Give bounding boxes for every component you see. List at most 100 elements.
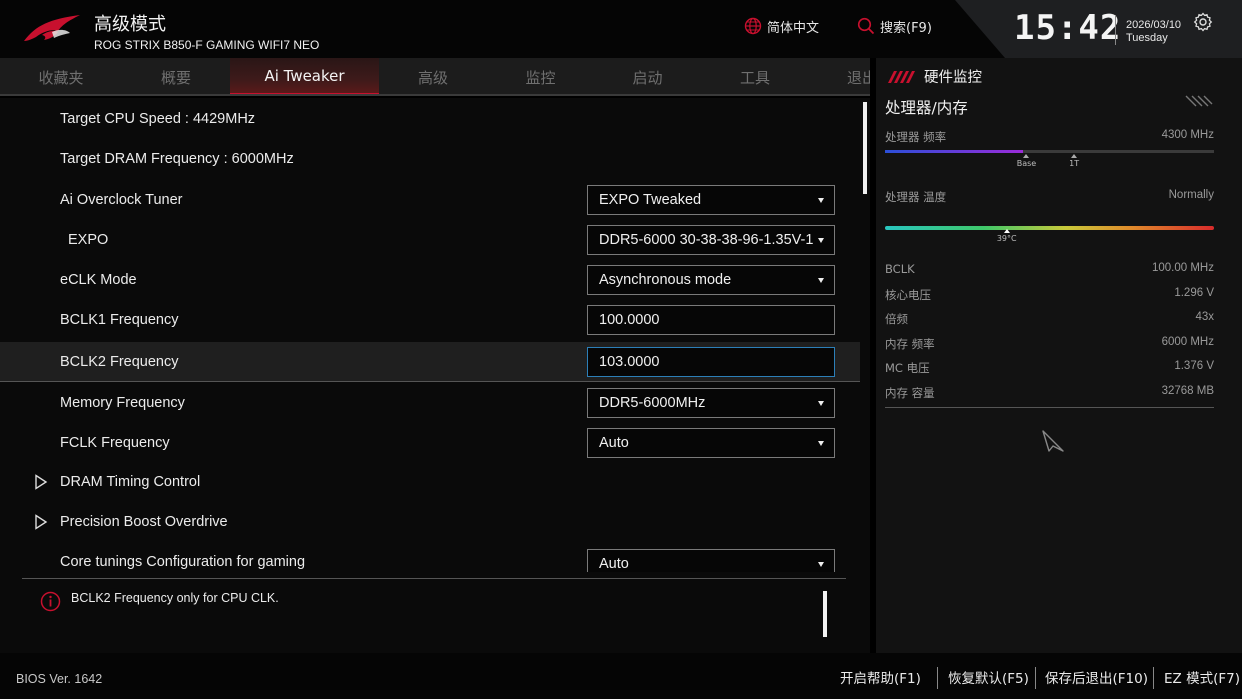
marker-triangle-icon: [1071, 154, 1078, 158]
help-toggle-button[interactable]: 开启帮助(F1): [840, 667, 921, 687]
tab-ai-tweaker[interactable]: Ai Tweaker: [230, 58, 379, 94]
tab-boot[interactable]: 启动: [594, 58, 701, 94]
setting-label: eCLK Mode: [60, 272, 137, 288]
setting-label: BCLK2 Frequency: [60, 354, 179, 370]
motherboard-model: ROG STRIX B850-F GAMING WIFI7 NEO: [94, 38, 320, 52]
expand-arrow-icon: [35, 474, 48, 490]
setting-row-target-dram-frequency: Target DRAM Frequency : 6000MHz: [0, 139, 860, 179]
tab-advanced[interactable]: 高级: [379, 58, 487, 94]
memory-frequency-dropdown[interactable]: DDR5-6000MHz: [587, 388, 835, 418]
setting-label: Ai Overclock Tuner: [60, 192, 183, 208]
stat-label-bclk: BCLK: [885, 262, 915, 276]
input-value: 103.0000: [599, 354, 660, 370]
caret-down-icon: [818, 198, 824, 203]
tab-tool[interactable]: 工具: [701, 58, 809, 94]
caret-down-icon: [818, 278, 824, 283]
cpu-frequency-label: 处理器 频率: [885, 130, 947, 144]
settings-scrollbar[interactable]: [863, 102, 867, 194]
cpu-temperature-label: 处理器 温度: [885, 190, 947, 204]
tab-favorites[interactable]: 收藏夹: [0, 58, 122, 94]
hardware-monitor-title: 硬件监控: [924, 70, 982, 86]
clock-divider: [1115, 15, 1116, 45]
marker-triangle-icon: [1003, 229, 1010, 233]
save-exit-button[interactable]: 保存后退出(F10): [1045, 667, 1148, 687]
footer-separator: [1035, 667, 1036, 689]
core-tunings-dropdown[interactable]: Auto: [587, 549, 835, 572]
search-icon: [857, 17, 875, 35]
setting-row-bclk1-frequency[interactable]: BCLK1 Frequency 100.0000: [0, 300, 860, 340]
caret-down-icon: [818, 441, 824, 446]
expand-arrow-icon: [35, 514, 48, 530]
gear-icon[interactable]: [1193, 12, 1213, 32]
setting-label: FCLK Frequency: [60, 435, 170, 451]
cpu-frequency-value: 4300 MHz: [1161, 129, 1214, 141]
setting-row-ai-overclock-tuner[interactable]: Ai Overclock Tuner EXPO Tweaked: [0, 180, 860, 220]
language-label: 简体中文: [767, 20, 820, 36]
ai-overclock-tuner-dropdown[interactable]: EXPO Tweaked: [587, 185, 835, 215]
stat-label-ratio: 倍频: [885, 312, 908, 326]
dropdown-value: Auto: [599, 556, 629, 572]
submenu-label: DRAM Timing Control: [60, 474, 201, 490]
cpu-memory-section-title: 处理器/内存: [885, 99, 968, 117]
stat-value-ratio: 43x: [1195, 311, 1214, 323]
setting-row-dram-timing-control[interactable]: DRAM Timing Control: [0, 462, 860, 502]
clock: 15:42: [1014, 8, 1122, 48]
info-icon: [40, 591, 61, 612]
date: 2026/03/10: [1126, 19, 1182, 31]
base-frequency-marker: Base: [1006, 154, 1046, 168]
setting-row-bclk2-frequency[interactable]: BCLK2 Frequency 103.0000: [0, 342, 860, 382]
footer-separator: [1153, 667, 1154, 689]
help-divider: [22, 578, 846, 579]
setting-row-eclk-mode[interactable]: eCLK Mode Asynchronous mode: [0, 260, 860, 300]
eclk-mode-dropdown[interactable]: Asynchronous mode: [587, 265, 835, 295]
mouse-cursor-icon: [1042, 430, 1064, 452]
stat-value-memory-frequency: 6000 MHz: [1161, 336, 1214, 348]
page-title: 高级模式: [94, 14, 166, 35]
fclk-frequency-dropdown[interactable]: Auto: [587, 428, 835, 458]
stat-label-mc-voltage: MC 电压: [885, 361, 930, 375]
dropdown-value: Asynchronous mode: [599, 272, 732, 288]
hardware-monitor-divider: [885, 407, 1214, 408]
dropdown-value: DDR5-6000 30-38-38-96-1.35V-1.2V: [599, 232, 814, 248]
bclk1-frequency-input[interactable]: 100.0000: [587, 305, 835, 335]
bclk2-frequency-input[interactable]: 103.0000: [587, 347, 835, 377]
stat-value-mc-voltage: 1.376 V: [1174, 360, 1214, 372]
cpu-frequency-bar: [885, 150, 1214, 153]
section-stripes-icon: [1185, 95, 1213, 107]
setting-label: Target CPU Speed : 4429MHz: [60, 111, 256, 127]
setting-label: Target DRAM Frequency : 6000MHz: [60, 151, 294, 167]
setting-label: EXPO: [68, 232, 109, 248]
cpu-temperature-status: Normally: [1168, 189, 1214, 201]
tab-monitor[interactable]: 监控: [487, 58, 594, 94]
hardware-monitor-panel: [876, 58, 1242, 653]
search-button[interactable]: 搜索(F9): [857, 16, 932, 36]
hardware-monitor-header: 硬件监控: [886, 66, 982, 87]
help-scrollbar[interactable]: [823, 591, 827, 637]
ez-mode-button[interactable]: EZ 模式(F7): [1164, 667, 1240, 687]
cpu-temperature-bar: [885, 226, 1214, 230]
language-button[interactable]: 简体中文: [744, 16, 819, 36]
rog-logo: [24, 15, 80, 41]
setting-row-core-tunings[interactable]: Core tunings Configuration for gaming Au…: [0, 542, 860, 572]
input-value: 100.0000: [599, 312, 660, 328]
load-defaults-button[interactable]: 恢复默认(F5): [948, 667, 1029, 687]
tab-exit[interactable]: 退出: [828, 58, 870, 94]
setting-row-precision-boost-overdrive[interactable]: Precision Boost Overdrive: [0, 502, 860, 542]
setting-row-fclk-frequency[interactable]: FCLK Frequency Auto: [0, 423, 860, 463]
caret-down-icon: [818, 238, 824, 243]
search-label: 搜索(F9): [880, 20, 932, 36]
setting-row-expo[interactable]: EXPO DDR5-6000 30-38-38-96-1.35V-1.2V: [0, 220, 860, 260]
cpu-frequency-bar-fill: [885, 150, 1024, 153]
expo-profile-dropdown[interactable]: DDR5-6000 30-38-38-96-1.35V-1.2V: [587, 225, 835, 255]
setting-label: Core tunings Configuration for gaming: [60, 554, 306, 570]
help-text: BCLK2 Frequency only for CPU CLK.: [71, 591, 279, 605]
stat-label-memory-capacity: 内存 容量: [885, 386, 935, 400]
stat-label-core-voltage: 核心电压: [885, 288, 931, 302]
setting-row-memory-frequency[interactable]: Memory Frequency DDR5-6000MHz: [0, 383, 860, 423]
marker-label: Base: [1016, 159, 1037, 168]
dropdown-value: DDR5-6000MHz: [599, 395, 706, 411]
footer-separator: [937, 667, 938, 689]
rog-stripes-icon: [888, 70, 915, 83]
tab-main[interactable]: 概要: [122, 58, 230, 94]
dropdown-value: EXPO Tweaked: [599, 192, 702, 208]
